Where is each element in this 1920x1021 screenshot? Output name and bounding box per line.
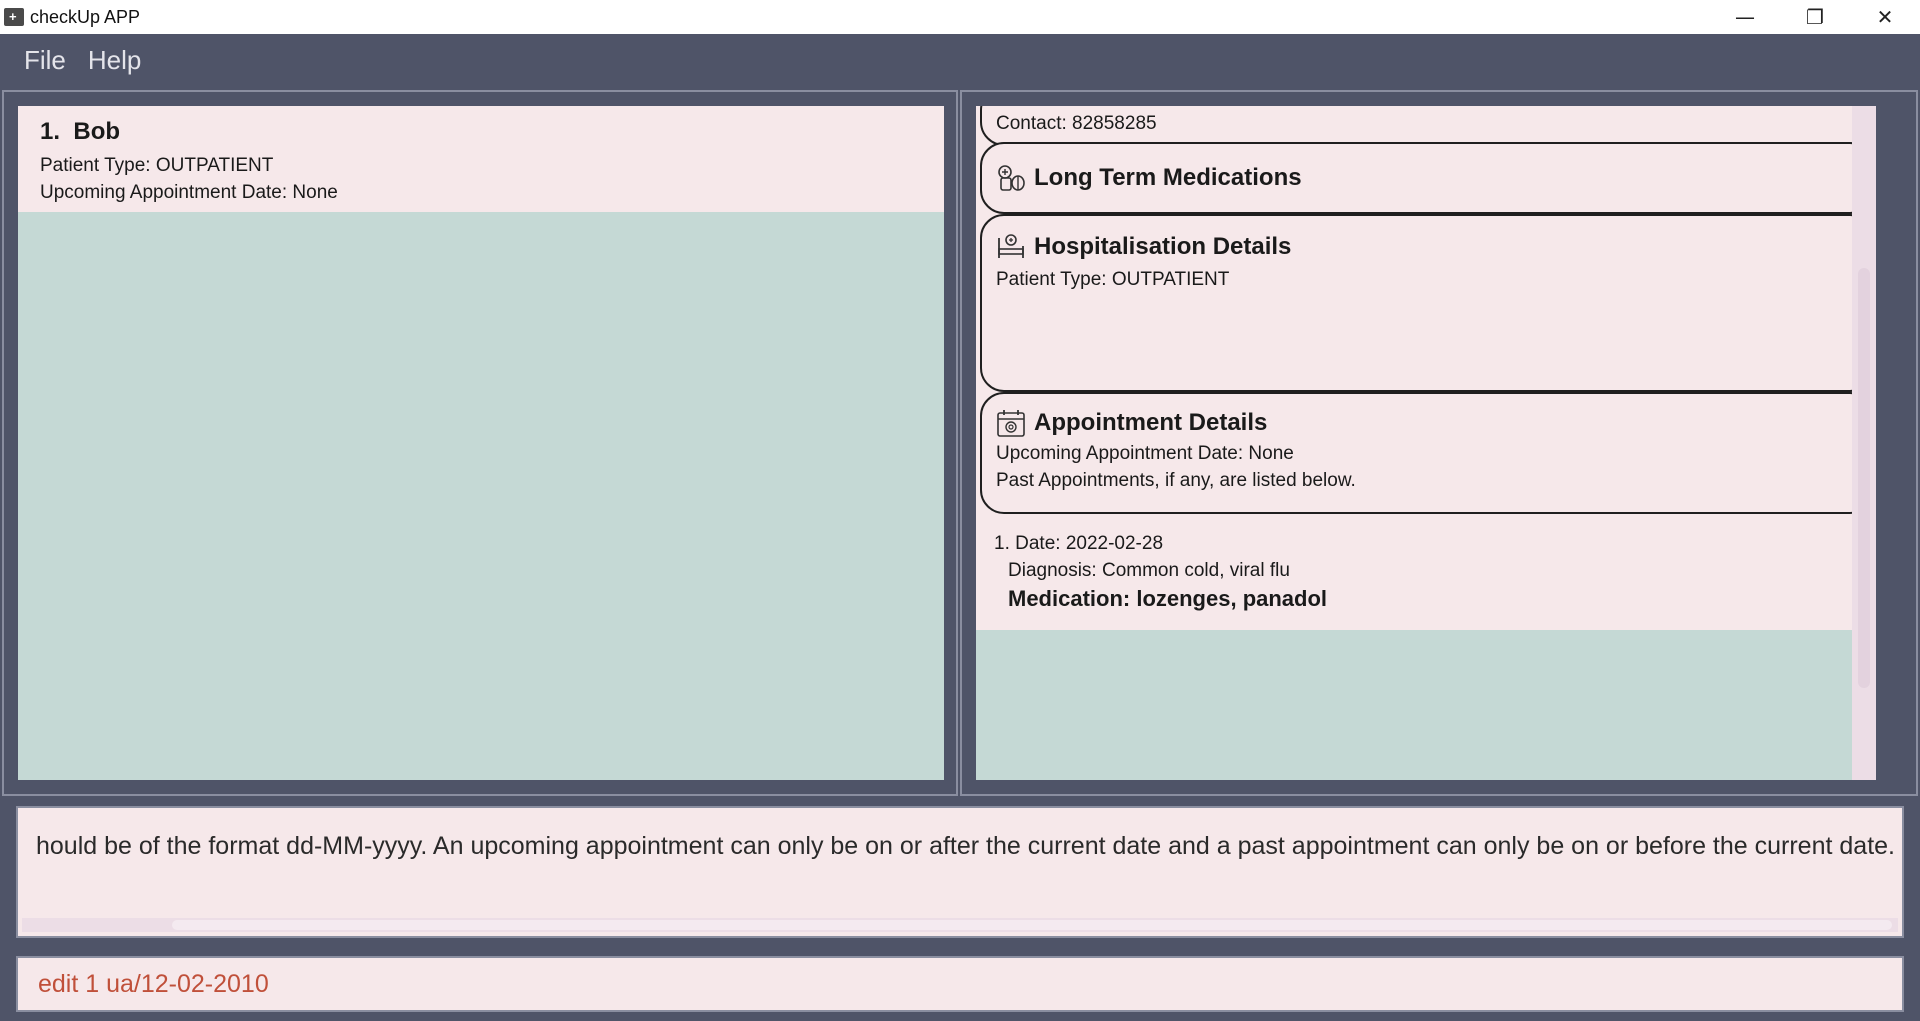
appointment-upcoming: Upcoming Appointment Date: None xyxy=(996,443,1294,464)
window-title: checkUp APP xyxy=(30,6,141,27)
restore-button[interactable]: ❐ xyxy=(1780,0,1850,34)
appointment-title-row: Appointment Details xyxy=(996,408,1858,438)
command-box[interactable] xyxy=(16,956,1904,1012)
past-appointment-diagnosis: Diagnosis: Common cold, viral flu xyxy=(1008,560,1290,581)
detail-scrollbar-thumb[interactable] xyxy=(1858,268,1870,688)
result-display: hould be of the format dd-MM-yyyy. An up… xyxy=(16,806,1904,938)
medications-title: Long Term Medications xyxy=(1034,164,1302,191)
hospitalisation-patient-type: Patient Type: OUTPATIENT xyxy=(996,269,1230,290)
window-controls: — ❐ ✕ xyxy=(1710,0,1920,34)
medication-icon xyxy=(998,165,1025,191)
past-appointment-item: 1. Date: 2022-02-28 Diagnosis: Common co… xyxy=(994,530,1327,614)
menu-help[interactable]: Help xyxy=(88,45,141,76)
menu-file[interactable]: File xyxy=(24,45,66,76)
patient-name: Bob xyxy=(73,118,121,145)
past-appointment-medication: Medication: lozenges, panadol xyxy=(1008,586,1328,611)
result-horizontal-scrollbar[interactable] xyxy=(22,918,1898,932)
hospitalisation-title-row: Hospitalisation Details xyxy=(996,232,1858,262)
result-message: hould be of the format dd-MM-yyyy. An up… xyxy=(36,832,1895,860)
medications-box: Long Term Medications xyxy=(980,142,1874,214)
contact-number: Contact: 82858285 xyxy=(996,113,1157,134)
patient-upcoming-appointment: Upcoming Appointment Date: None xyxy=(40,182,338,203)
patient-detail[interactable]: Contact: 82858285 Long Term Medications xyxy=(976,106,1876,780)
contact-box: Contact: 82858285 xyxy=(980,106,1874,146)
appointment-box: Appointment Details Upcoming Appointment… xyxy=(980,392,1874,514)
patient-index: 1. xyxy=(40,118,61,145)
patient-type: Patient Type: OUTPATIENT xyxy=(40,155,274,176)
patient-card[interactable]: 1. Bob Patient Type: OUTPATIENT Upcoming… xyxy=(18,106,944,212)
app-icon xyxy=(4,8,24,26)
detail-scrollbar[interactable] xyxy=(1852,106,1876,780)
hospitalisation-title: Hospitalisation Details xyxy=(1034,233,1292,260)
calendar-icon xyxy=(997,410,1025,437)
menu-bar: File Help xyxy=(0,34,1920,86)
minimize-button[interactable]: — xyxy=(1710,0,1780,34)
command-input[interactable] xyxy=(38,969,1902,999)
patient-list[interactable]: 1. Bob Patient Type: OUTPATIENT Upcoming… xyxy=(18,106,944,780)
appointment-past-note: Past Appointments, if any, are listed be… xyxy=(996,470,1356,491)
title-bar: checkUp APP — ❐ ✕ xyxy=(0,0,1920,34)
result-scrollbar-thumb[interactable] xyxy=(172,920,1892,930)
hospitalisation-box: Hospitalisation Details Patient Type: OU… xyxy=(980,214,1874,392)
medications-title-row: Long Term Medications xyxy=(996,163,1302,193)
patient-name-row: 1. Bob xyxy=(40,118,922,146)
past-appointment-date: 1. Date: 2022-02-28 xyxy=(994,533,1164,554)
hospital-bed-icon xyxy=(998,234,1024,258)
close-button[interactable]: ✕ xyxy=(1850,0,1920,34)
appointment-title: Appointment Details xyxy=(1034,409,1268,436)
